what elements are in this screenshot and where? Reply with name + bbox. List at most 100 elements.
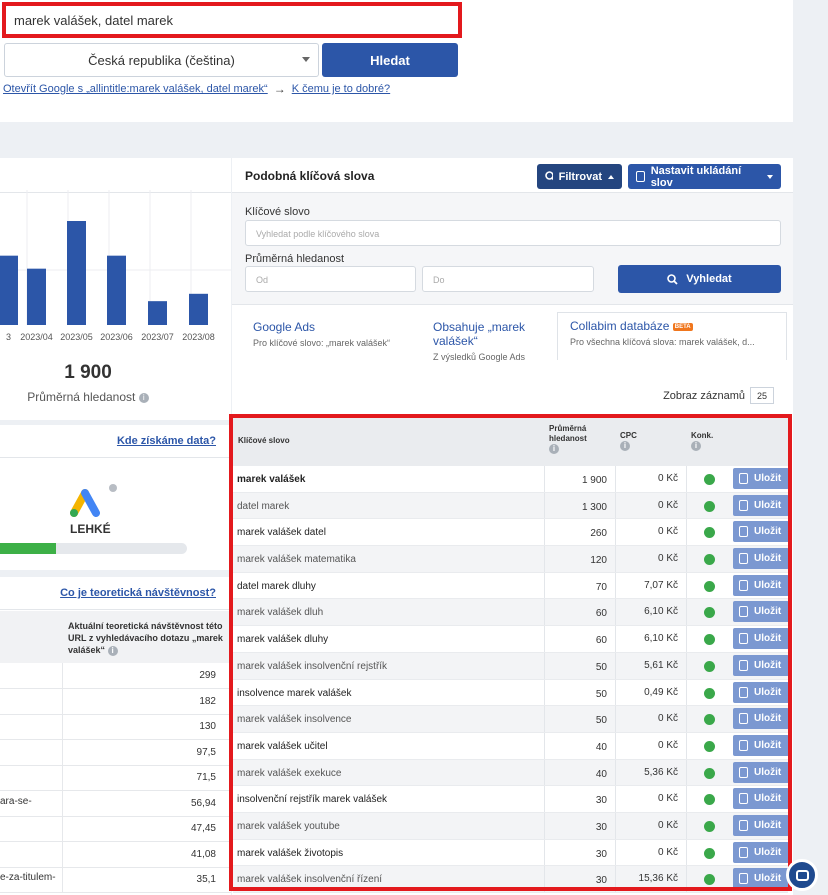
- column-separator: [62, 867, 63, 892]
- column-separator: [62, 714, 63, 739]
- save-settings-label: Nastavit ukládání slov: [650, 164, 742, 189]
- search-panel: marek valášek, datel marek Česká republi…: [0, 0, 793, 122]
- keyword-filter-label: Klíčové slovo: [245, 206, 310, 218]
- traffic-value: 97,5: [196, 746, 216, 758]
- chat-icon: [796, 870, 809, 881]
- traffic-row: ara-se- 56,94: [0, 790, 231, 817]
- traffic-row: e-za-titulem- 35,1: [0, 867, 231, 893]
- traffic-value: 71,5: [196, 772, 216, 783]
- keyword-search-input[interactable]: marek valášek, datel marek: [2, 2, 462, 38]
- page-size-control: Zobraz záznamů 25: [663, 387, 774, 404]
- x-tick-label: 2023/08: [182, 332, 215, 342]
- column-separator: [62, 841, 63, 867]
- tab-google-ads[interactable]: Google Ads Pro klíčové slovo: „marek val…: [253, 320, 390, 380]
- caret-down-icon: [767, 174, 773, 179]
- tab-title: Obsahuje „marek valášek“: [433, 320, 526, 348]
- traffic-table-header: Aktuální teoretická návštěvnost této URL…: [0, 611, 231, 663]
- column-separator: [62, 765, 63, 790]
- data-source-link[interactable]: Kde získáme data?: [117, 435, 216, 447]
- tab-subtitle: Z výsledků Google Ads: [433, 352, 526, 362]
- traffic-row: 182: [0, 688, 231, 715]
- search-button[interactable]: Hledat: [322, 43, 458, 77]
- column-separator: [62, 663, 63, 688]
- similar-keywords-title: Podobná klíčová slova: [245, 169, 375, 183]
- search-volume-chart: 3 2023/04 2023/05 2023/06 2023/07 2023/08: [0, 190, 231, 342]
- traffic-url[interactable]: e-za-titulem-: [0, 871, 56, 884]
- difficulty-bar-fill: [0, 543, 57, 554]
- tab-title: Collabim databáze: [570, 319, 670, 333]
- country-select-value: Česká republika (čeština): [88, 52, 235, 68]
- x-tick-label: 3: [6, 332, 11, 342]
- country-select[interactable]: Česká republika (čeština): [4, 43, 319, 77]
- traffic-row: 71,5: [0, 765, 231, 791]
- traffic-column-header: Aktuální teoretická návštěvnost této URL…: [68, 620, 228, 656]
- avg-to-input[interactable]: Do: [422, 266, 594, 292]
- x-tick-label: 2023/06: [100, 332, 133, 342]
- traffic-value: 299: [199, 670, 216, 681]
- filter-button-label: Filtrovat: [558, 170, 602, 183]
- chart-bar[interactable]: [189, 293, 208, 325]
- why-link[interactable]: K čemu je to dobré?: [292, 83, 390, 95]
- tab-title: Google Ads: [253, 320, 316, 334]
- chart-bar[interactable]: [27, 268, 46, 325]
- tab-collabim[interactable]: Collabim databáze BETA Pro všechna klíčo…: [557, 312, 787, 360]
- column-separator: [62, 816, 63, 841]
- column-separator: [62, 790, 63, 816]
- open-google-link[interactable]: Otevřít Google s „allintitle:marek valáš…: [3, 83, 268, 95]
- tab-subtitle: Pro všechna klíčová slova: marek valášek…: [570, 337, 755, 347]
- copy-icon: [636, 171, 645, 182]
- traffic-row: 47,45: [0, 816, 231, 842]
- keyword-filter-input[interactable]: Vyhledat podle klíčového slova: [245, 220, 781, 246]
- traffic-card-header: Co je teoretická návštěvnost?: [0, 577, 231, 610]
- x-tick-label: 2023/05: [60, 332, 93, 342]
- save-settings-button[interactable]: Nastavit ukládání slov: [628, 164, 781, 189]
- difficulty-label: LEHKÉ: [70, 522, 111, 536]
- x-tick-label: 2023/04: [20, 332, 53, 342]
- filter-search-label: Vyhledat: [686, 273, 732, 285]
- avg-search-value: 1 900: [64, 362, 112, 383]
- traffic-value: 41,08: [190, 848, 216, 860]
- difficulty-bar: [0, 543, 187, 554]
- chart-bar[interactable]: [67, 221, 86, 325]
- traffic-value: 47,45: [190, 823, 216, 834]
- filter-button[interactable]: Filtrovat: [537, 164, 622, 189]
- search-icon: [667, 273, 678, 285]
- traffic-url[interactable]: ara-se-: [0, 795, 32, 808]
- chat-button[interactable]: [786, 859, 818, 891]
- traffic-row: 97,5: [0, 739, 231, 766]
- traffic-help-link[interactable]: Co je teoretická návštěvnost?: [60, 587, 216, 599]
- chart-bar[interactable]: [148, 301, 167, 325]
- traffic-row: 299: [0, 663, 231, 689]
- avg-from-input[interactable]: Od: [245, 266, 416, 292]
- traffic-value: 35,1: [196, 874, 216, 885]
- chart-bar[interactable]: [107, 255, 126, 325]
- avg-search-label: Průměrná hledanost: [27, 390, 136, 404]
- info-icon[interactable]: i: [107, 645, 118, 656]
- tab-title-row: Collabim databáze BETA: [570, 319, 774, 333]
- avg-search-label-row: Průměrná hledanost i: [0, 390, 176, 404]
- difficulty-card-header: Kde získáme data?: [0, 425, 231, 458]
- chevron-down-icon: [302, 57, 310, 62]
- avg-filter-label: Průměrná hledanost: [245, 253, 345, 265]
- tab-subtitle: Pro klíčové slovo: „marek valášek“: [253, 338, 391, 348]
- traffic-row: 41,08: [0, 841, 231, 868]
- page-size-select[interactable]: 25: [750, 387, 774, 404]
- traffic-header-text: Aktuální teoretická návštěvnost této URL…: [68, 621, 223, 655]
- tab-contains[interactable]: Obsahuje „marek valášek“ Z výsledků Goog…: [433, 320, 543, 380]
- arrow-right-icon: →: [273, 82, 286, 96]
- x-tick-label: 2023/07: [141, 332, 174, 342]
- traffic-card: Co je teoretická návštěvnost? Aktuální t…: [0, 577, 231, 895]
- search-icon: [545, 171, 553, 180]
- column-separator: [62, 739, 63, 765]
- beta-badge: BETA: [672, 322, 693, 331]
- google-ads-logo-icon: [70, 484, 117, 517]
- page-size-label: Zobraz záznamů: [663, 389, 745, 402]
- info-icon[interactable]: i: [138, 392, 149, 403]
- traffic-value: 182: [199, 695, 216, 707]
- traffic-row: 130: [0, 714, 231, 740]
- filter-search-button[interactable]: Vyhledat: [618, 265, 781, 293]
- chart-bar[interactable]: [0, 255, 18, 325]
- highlight-frame: [229, 414, 792, 891]
- traffic-value: 56,94: [190, 797, 216, 809]
- traffic-value: 130: [199, 721, 216, 732]
